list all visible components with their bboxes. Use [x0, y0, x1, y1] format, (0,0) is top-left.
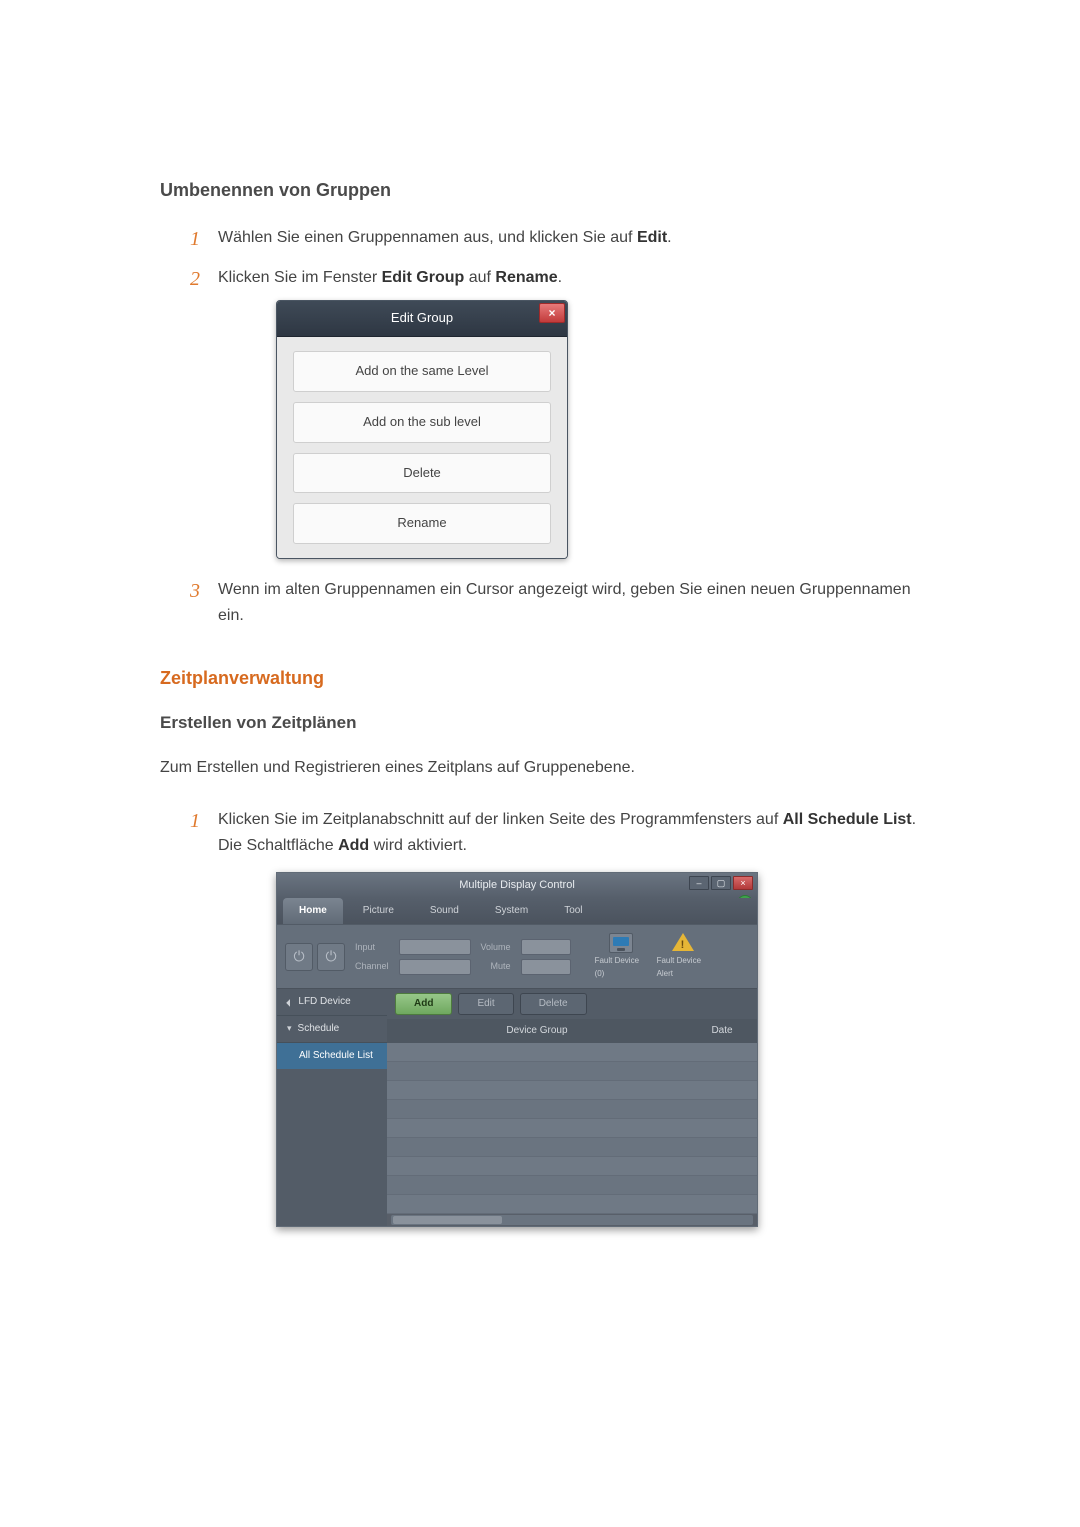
- fault-device-label: Fault Device (0): [595, 955, 647, 981]
- tab-picture[interactable]: Picture: [347, 898, 410, 924]
- table-row: [387, 1195, 757, 1214]
- tab-home[interactable]: Home: [283, 898, 343, 924]
- step-bold-allschedule: All Schedule List: [783, 811, 912, 828]
- sidebar-item-schedule[interactable]: Schedule: [277, 1016, 387, 1043]
- sidebar-item-lfd[interactable]: LFD Device: [277, 989, 387, 1016]
- mdc-title: Multiple Display Control: [459, 879, 575, 891]
- mdc-titlebar: Multiple Display Control – ▢ × ?: [277, 873, 757, 898]
- step-text: Wenn im alten Gruppennamen ein Cursor an…: [218, 581, 911, 624]
- table-row: [387, 1100, 757, 1119]
- tab-tool[interactable]: Tool: [548, 898, 598, 924]
- edit-group-dialog: Edit Group × Add on the same Level Add o…: [276, 300, 568, 559]
- input-label: Input: [355, 940, 389, 954]
- volume-input[interactable]: [521, 939, 571, 955]
- channel-select[interactable]: [399, 959, 471, 975]
- power-off-button[interactable]: ⏻: [317, 943, 345, 971]
- alert-icon: [672, 933, 694, 953]
- add-same-level-button[interactable]: Add on the same Level: [293, 351, 551, 392]
- schedule-table-body: [387, 1043, 757, 1214]
- close-button[interactable]: ×: [733, 876, 753, 890]
- step-bold-add: Add: [338, 837, 369, 854]
- step-text: Klicken Sie im Zeitplanabschnitt auf der…: [218, 811, 783, 828]
- monitor-icon: [609, 933, 633, 953]
- table-row: [387, 1081, 757, 1100]
- minimize-button[interactable]: –: [689, 876, 709, 890]
- mdc-window: Multiple Display Control – ▢ × ? Home Pi…: [276, 872, 758, 1227]
- channel-label: Channel: [355, 959, 389, 973]
- step-bold-rename: Rename: [495, 269, 557, 286]
- step-text-tail: .: [667, 229, 671, 246]
- volume-label: Volume: [481, 940, 511, 954]
- step-text: Wählen Sie einen Gruppennamen aus, und k…: [218, 229, 637, 246]
- step-text-tail: wird aktiviert.: [369, 837, 467, 854]
- step-text-mid: auf: [464, 269, 495, 286]
- rename-groups-heading: Umbenennen von Gruppen: [160, 180, 920, 201]
- add-sub-level-button[interactable]: Add on the sub level: [293, 402, 551, 443]
- input-select[interactable]: [399, 939, 471, 955]
- rename-button[interactable]: Rename: [293, 503, 551, 544]
- fault-alert-label: Fault Device Alert: [657, 955, 709, 981]
- table-row: [387, 1062, 757, 1081]
- close-icon: ×: [548, 307, 555, 319]
- step-bold-editgroup: Edit Group: [382, 269, 465, 286]
- delete-button[interactable]: Delete: [293, 453, 551, 494]
- step-bold-edit: Edit: [637, 229, 667, 246]
- close-button[interactable]: ×: [539, 303, 565, 323]
- table-row: [387, 1157, 757, 1176]
- step-1: 1 Wählen Sie einen Gruppennamen aus, und…: [190, 225, 920, 251]
- step-2: 2 Klicken Sie im Fenster Edit Group auf …: [190, 265, 920, 560]
- step-number: 3: [190, 575, 200, 607]
- dialog-titlebar: Edit Group ×: [277, 301, 567, 337]
- step-number: 1: [190, 223, 200, 255]
- step-number: 2: [190, 263, 200, 295]
- delete-button[interactable]: Delete: [520, 993, 587, 1015]
- mute-toggle[interactable]: [521, 959, 571, 975]
- step-text-tail: .: [558, 269, 562, 286]
- mute-label: Mute: [481, 959, 511, 973]
- edit-button[interactable]: Edit: [458, 993, 513, 1015]
- step-text: Klicken Sie im Fenster: [218, 269, 382, 286]
- table-row: [387, 1138, 757, 1157]
- step-number: 1: [190, 805, 200, 837]
- table-row: [387, 1119, 757, 1138]
- col-date: Date: [687, 1023, 757, 1039]
- step-3: 3 Wenn im alten Gruppennamen ein Cursor …: [190, 577, 920, 628]
- dialog-title: Edit Group: [391, 310, 453, 325]
- create-schedules-subheading: Erstellen von Zeitplänen: [160, 713, 920, 733]
- tab-sound[interactable]: Sound: [414, 898, 475, 924]
- schedule-step-1: 1 Klicken Sie im Zeitplanabschnitt auf d…: [190, 807, 920, 1227]
- schedule-intro-text: Zum Erstellen und Registrieren eines Zei…: [160, 755, 920, 781]
- power-icon: ⏻: [293, 945, 304, 967]
- horizontal-scrollbar[interactable]: [387, 1214, 757, 1226]
- add-button[interactable]: Add: [395, 993, 452, 1015]
- power-on-button[interactable]: ⏻: [285, 943, 313, 971]
- table-row: [387, 1043, 757, 1062]
- maximize-button[interactable]: ▢: [711, 876, 731, 890]
- schedule-management-heading: Zeitplanverwaltung: [160, 668, 920, 689]
- col-device-group: Device Group: [387, 1023, 687, 1039]
- power-icon: ⏻: [325, 945, 336, 967]
- tab-system[interactable]: System: [479, 898, 544, 924]
- sidebar-item-all-schedule-list[interactable]: All Schedule List: [277, 1043, 387, 1069]
- table-row: [387, 1176, 757, 1195]
